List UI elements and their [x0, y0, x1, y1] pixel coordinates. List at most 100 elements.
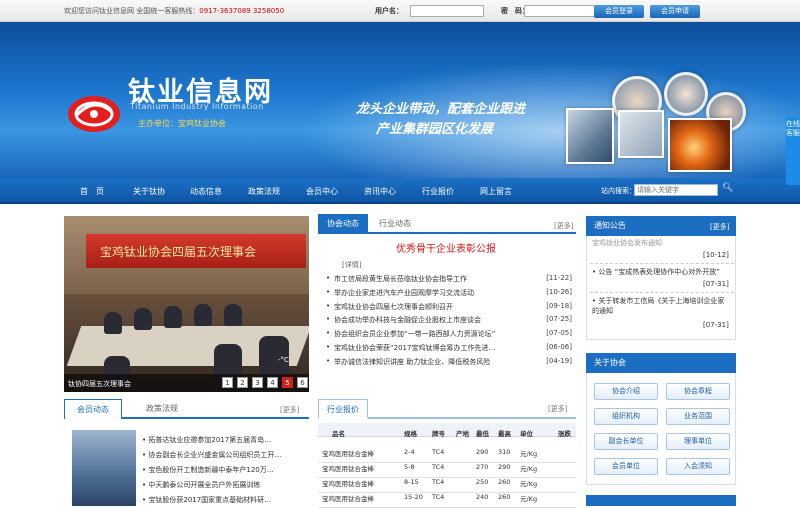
tab-policy[interactable]: 政策法规 [134, 399, 190, 419]
about-intro-button[interactable]: 协会介绍 [594, 383, 658, 400]
news-item-date: [07-25] [546, 315, 572, 324]
bullet-icon: • [326, 287, 331, 296]
price-column-header: 涨跌 [558, 430, 571, 438]
bullet-icon: • [326, 315, 331, 324]
news-detail-link[interactable]: [详情] [342, 260, 361, 270]
price-cell: TC4 [432, 493, 445, 501]
news-headline[interactable]: 优秀骨干企业表彰公报 [396, 240, 496, 255]
price-tabs: 行业报价 [更多] [318, 399, 576, 419]
news-item-date: [10-26] [546, 287, 572, 296]
news-item-date: [11-22] [546, 274, 572, 282]
banner-photo-building [566, 108, 614, 164]
member-news-item[interactable]: • 中天鹏泰公司开展全员户外拓展训练 [142, 480, 302, 490]
slide-person [134, 308, 152, 330]
about-vice-president-button[interactable]: 副会长单位 [594, 433, 658, 450]
price-cell: 310 [498, 448, 511, 456]
member-register-button[interactable]: 会员申请 [650, 5, 700, 18]
member-news-item[interactable]: • 宝钛股份获2017国家重点基础材料研… [142, 495, 302, 505]
password-input[interactable] [524, 5, 598, 17]
price-more-link[interactable]: [更多] [548, 404, 567, 414]
member-news-title: 协会副会长企业兴盛金属公司组织员工开… [148, 451, 282, 459]
nav-price[interactable]: 行业报价 [422, 186, 454, 197]
about-scope-button[interactable]: 业务范围 [666, 408, 730, 425]
slide-page-2[interactable]: 2 [237, 377, 248, 388]
banner-photo-worker [664, 72, 708, 116]
member-tabs: 会员动态 政策法规 [更多] [64, 399, 309, 419]
slide-person [224, 304, 242, 326]
member-more-link[interactable]: [更多] [280, 405, 299, 415]
price-cell: 260 [498, 478, 511, 486]
about-director-button[interactable]: 理事单位 [666, 433, 730, 450]
notice-item[interactable]: • 公告 “宝成热表处理协作中心对外开放” [592, 267, 730, 277]
about-member-button[interactable]: 会员单位 [594, 458, 658, 475]
username-input[interactable] [410, 5, 484, 17]
news-item[interactable]: • 协会组织会员企业参加“一带一路西部人力资源论坛” [07-05] [326, 329, 572, 341]
news-item[interactable]: • 宝鸡钛业协会荣获“2017宝鸡钛博会筹办工作先进… [06-06] [326, 343, 572, 355]
member-news-title: 中天鹏泰公司开展全员户外拓展训练 [148, 481, 261, 489]
news-item[interactable]: • 协会成功举办科技与金融促企业股权上市座谈会 [07-25] [326, 315, 572, 327]
site-name-en: Titanium Industry Information [130, 102, 264, 111]
member-news-item[interactable]: • 协会副会长企业兴盛金属公司组织员工开… [142, 450, 302, 460]
news-item[interactable]: • 举办诚信法律知识讲座 助力钛企业、降低税务风险 [04-19] [326, 357, 572, 369]
tab-industry-price[interactable]: 行业报价 [318, 399, 368, 419]
news-item[interactable]: • 举办企业家走进汽车产业园观摩学习交流活动 [10-26] [326, 288, 572, 300]
member-login-button[interactable]: 会员登录 [594, 5, 644, 18]
news-more-link[interactable]: [更多] [554, 221, 573, 231]
nav-about[interactable]: 关于钛协 [133, 186, 165, 197]
price-cell: 15-20 [404, 493, 423, 501]
price-column-header: 最高 [498, 430, 511, 438]
notice-more-link[interactable]: [更多] [710, 222, 729, 232]
price-cell: 宝鸡医用钛合金棒 [322, 450, 374, 458]
price-cell: 元/Kg [520, 495, 538, 503]
slide-page-3[interactable]: 3 [252, 377, 263, 388]
nav-member-center[interactable]: 会员中心 [306, 186, 338, 197]
slide-page-1[interactable]: 1 [222, 377, 233, 388]
member-news-title: 宝钛股份获2017国家重点基础材料研… [148, 496, 272, 504]
notice-item-text: 关于转发市工信局《关于上海培训企业家的通知 [592, 297, 725, 315]
slide-person [164, 306, 182, 328]
member-news-thumbnail[interactable] [72, 430, 136, 506]
news-item-title: 宝鸡钛业协会四届七次理事会顺利召开 [334, 302, 453, 311]
news-item-title: 宝鸡钛业协会荣获“2017宝鸡钛博会筹办工作先进… [334, 344, 496, 352]
notice-date: [10-12] [703, 251, 729, 259]
nav-policy[interactable]: 政策法规 [248, 186, 280, 197]
news-item-title: 协会成功举办科技与金融促企业股权上市座谈会 [334, 316, 481, 325]
nav-home[interactable]: 首 页 [80, 186, 104, 197]
organizer-text: 主办单位：宝鸡钛业协会 [138, 119, 226, 128]
notice-divider [590, 292, 734, 293]
tab-association-news[interactable]: 协会动态 [318, 214, 368, 234]
news-item[interactable]: • 市工信局段黄生局长莅临钛业协会指导工作 [11-22] [326, 274, 572, 286]
header-banner: 钛业信息网 Titanium Industry Information 主办单位… [0, 22, 800, 178]
about-structure-button[interactable]: 组织机构 [594, 408, 658, 425]
about-join-button[interactable]: 入会须知 [666, 458, 730, 475]
price-cell: 290 [498, 463, 511, 471]
search-input[interactable] [634, 184, 718, 196]
slogan-line-2: 产业集群园区化发展 [376, 122, 494, 137]
price-column-header: 产地 [456, 430, 469, 438]
nav-info-center[interactable]: 资讯中心 [364, 186, 396, 197]
slideshow[interactable]: 宝鸡钛业协会四届五次理事会 [64, 216, 309, 392]
price-column-header: 单位 [520, 430, 533, 438]
slide-page-5[interactable]: 5 [282, 377, 293, 388]
news-item-title: 协会组织会员企业参加“一带一路西部人力资源论坛” [334, 330, 496, 339]
member-news-item[interactable]: • 拓普达钛业应邀参加2017第五届青岛… [142, 435, 302, 445]
notice-item[interactable]: • 关于转发市工信局《关于上海培训企业家的通知 [592, 296, 730, 316]
notice-item-text: 公告 “宝成热表处理协作中心对外开放” [598, 268, 720, 276]
notice-date: [07-31] [703, 321, 729, 329]
tab-industry-news[interactable]: 行业动态 [370, 214, 420, 234]
search-icon[interactable]: 🔍︎ [722, 183, 734, 196]
nav-news[interactable]: 动态信息 [190, 186, 222, 197]
member-news-item[interactable]: • 宝色股份开工制造新疆中泰年产120万… [142, 465, 302, 475]
tab-member-news[interactable]: 会员动态 [64, 399, 122, 419]
price-cell: 宝鸡医用钛合金棒 [322, 495, 374, 503]
nav-message[interactable]: 网上留言 [480, 186, 512, 197]
price-cell: TC4 [432, 448, 445, 456]
price-cell: 宝鸡医用钛合金棒 [322, 465, 374, 473]
slide-page-6[interactable]: 6 [297, 377, 308, 388]
about-charter-button[interactable]: 协会章程 [666, 383, 730, 400]
online-service-tab[interactable]: 在线客服 [786, 117, 800, 185]
news-item[interactable]: • 宝鸡钛业协会四届七次理事会顺利召开 [09-18] [326, 302, 572, 314]
slide-person [194, 304, 212, 326]
slide-page-4[interactable]: 4 [267, 377, 278, 388]
notice-item[interactable]: 宝鸡钛业协会发布通知 [592, 238, 730, 248]
